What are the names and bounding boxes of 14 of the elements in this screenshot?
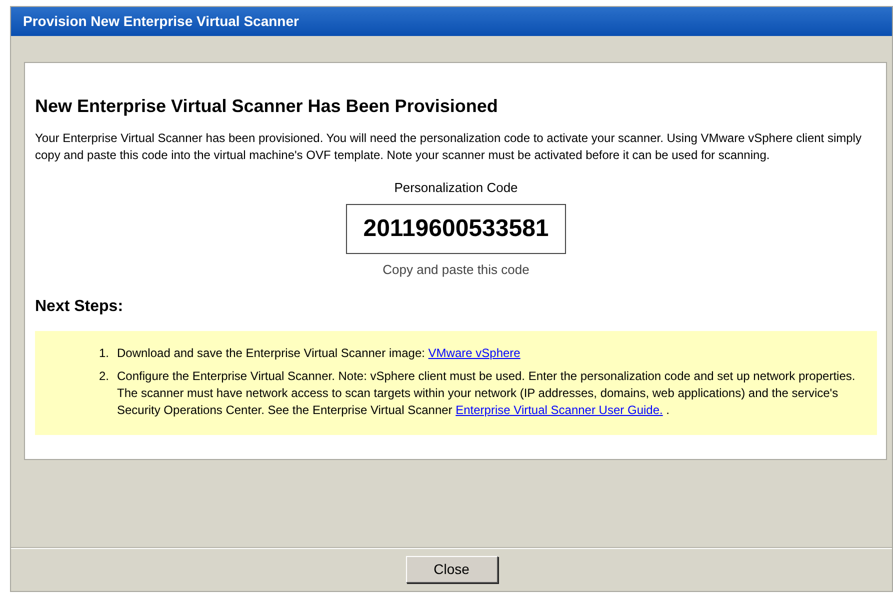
step-number: 1. xyxy=(98,345,109,362)
step-link[interactable]: VMware vSphere xyxy=(428,346,520,360)
step-text: Download and save the Enterprise Virtual Scanner image: VMware vSphere xyxy=(117,345,520,362)
intro-paragraph: Your Enterprise Virtual Scanner has been provisioned. You will need the personalization code to activate your scanner. Using VMware vSphere client simply copy and paste this code into the virtual machine's OVF template. Note your scanner must be activated before it can be used for scanning. xyxy=(35,130,862,164)
step-text: Configure the Enterprise Virtual Scanner. Note: vSphere client must be used. Enter the personalization code and set up network properties. The scanner must have network access to scan targets within your network (IP addresses, domains, web applications) and the service's Security Operations Center. See the Enterprise Virtual Scanner Enterprise Virtual Scanner User Guide. . xyxy=(117,368,856,419)
window-title: Provision New Enterprise Virtual Scanner xyxy=(11,7,892,36)
code-label: Personalization Code xyxy=(394,179,518,197)
step-link[interactable]: Enterprise Virtual Scanner User Guide. xyxy=(456,403,663,417)
close-button[interactable]: Close xyxy=(406,556,498,583)
section-heading: Next Steps: xyxy=(35,297,124,317)
page-heading: New Enterprise Virtual Scanner Has Been Provisioned xyxy=(35,95,499,118)
step-number: 2. xyxy=(98,368,109,385)
code-hint: Copy and paste this code xyxy=(382,260,530,279)
personalization-code: 20119600533581 xyxy=(346,204,566,254)
